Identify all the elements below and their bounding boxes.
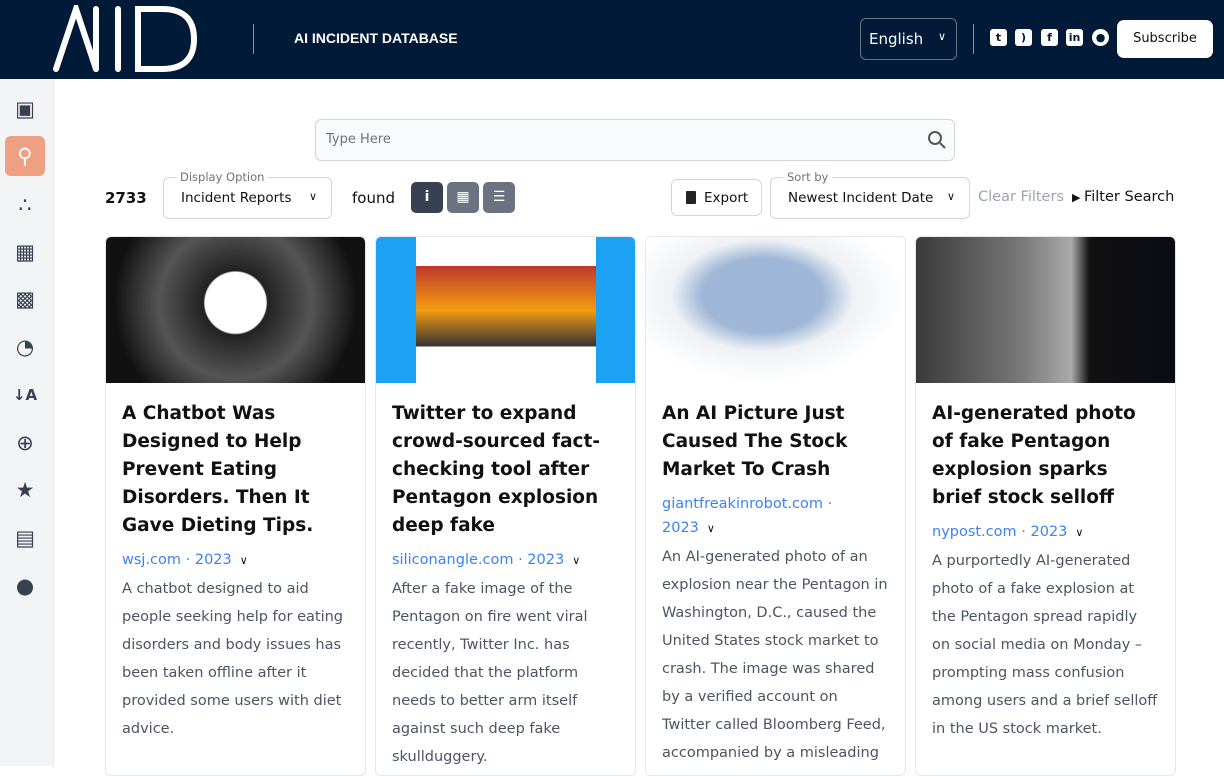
result-count: 2733 xyxy=(105,189,147,207)
filter-search-toggle[interactable]: ▶ Filter Search xyxy=(1072,189,1174,205)
sidebar-sort-icon[interactable]: ↓A xyxy=(5,375,45,415)
sidebar-medal-icon[interactable]: ★ xyxy=(5,470,45,510)
chevron-down-icon[interactable]: ∨ xyxy=(240,554,248,567)
card-title[interactable]: AI-generated photo of fake Pentagon expl… xyxy=(932,400,1159,512)
display-option-label: Display Option xyxy=(176,170,269,184)
card-source[interactable]: giantfreakinrobot.com · 2023 ∨ xyxy=(662,492,889,541)
card-image[interactable] xyxy=(376,237,635,383)
card-source[interactable]: wsj.com · 2023 ∨ xyxy=(122,548,349,573)
card-image[interactable] xyxy=(106,237,365,383)
linkedin-icon[interactable]: in xyxy=(1066,29,1083,46)
card-image[interactable] xyxy=(646,237,905,383)
incident-card: AI-generated photo of fake Pentagon expl… xyxy=(915,236,1176,776)
sort-label: Sort by xyxy=(783,170,833,184)
subscribe-button[interactable]: Subscribe xyxy=(1117,20,1213,58)
sort-select[interactable]: Sort by Newest Incident Date ∨ xyxy=(770,170,970,219)
display-option-value: Incident Reports xyxy=(181,190,292,206)
sidebar-user-icon[interactable]: ● xyxy=(5,566,45,606)
card-source[interactable]: siliconangle.com · 2023 ∨ xyxy=(392,548,619,573)
twitter-icon[interactable]: t xyxy=(990,29,1007,46)
chevron-down-icon[interactable]: ∨ xyxy=(707,522,715,535)
sidebar-blog-icon[interactable]: ▤ xyxy=(5,518,45,558)
facebook-icon[interactable]: f xyxy=(1041,29,1058,46)
top-header: AI INCIDENT DATABASE English ∨ t ) f in ●… xyxy=(0,0,1224,79)
filter-search-label: Filter Search xyxy=(1083,189,1175,205)
chevron-down-icon: ∨ xyxy=(937,30,946,43)
display-option-select[interactable]: Display Option Incident Reports ∨ xyxy=(163,170,332,219)
sidebar-welcome-icon[interactable]: ▣ xyxy=(5,89,45,129)
language-value: English xyxy=(869,30,924,48)
card-text: An AI-generated photo of an explosion ne… xyxy=(662,549,888,761)
card-source-link[interactable]: siliconangle.com · 2023 xyxy=(392,552,564,568)
sort-value: Newest Incident Date xyxy=(788,190,934,206)
card-source-link[interactable]: nypost.com · 2023 xyxy=(932,524,1067,540)
sidebar: ▣ ⚲ ∴ ▦ ▩ ◔ ↓A ⊕ ★ ▤ ● xyxy=(0,79,54,766)
sidebar-entities-icon[interactable]: ▩ xyxy=(5,279,45,319)
card-title[interactable]: A Chatbot Was Designed to Help Prevent E… xyxy=(122,400,349,540)
incident-card: Twitter to expand crowd-sourced fact-che… xyxy=(375,236,636,776)
header-divider xyxy=(253,24,254,54)
incident-card: A Chatbot Was Designed to Help Prevent E… xyxy=(105,236,366,776)
card-text: A chatbot designed to aid people seeking… xyxy=(122,581,343,737)
sidebar-submit-icon[interactable]: ⊕ xyxy=(5,423,45,463)
details-view-button[interactable]: i xyxy=(411,182,443,213)
search-icon[interactable] xyxy=(926,129,948,151)
found-label: found xyxy=(352,189,395,207)
aiid-logo[interactable] xyxy=(52,5,200,73)
caret-right-icon: ▶ xyxy=(1072,191,1084,204)
github-icon[interactable]: ● xyxy=(1092,29,1109,46)
chevron-down-icon: ∨ xyxy=(946,190,955,203)
card-title[interactable]: Twitter to expand crowd-sourced fact-che… xyxy=(392,400,619,540)
card-source-link[interactable]: giantfreakinrobot.com · 2023 xyxy=(662,496,832,536)
export-button[interactable]: Export xyxy=(671,179,762,216)
card-source[interactable]: nypost.com · 2023 ∨ xyxy=(932,520,1159,545)
card-title[interactable]: An AI Picture Just Caused The Stock Mark… xyxy=(662,400,889,484)
card-text: After a fake image of the Pentagon on fi… xyxy=(392,581,588,765)
grid-view-button[interactable]: ▦ xyxy=(447,182,479,213)
chevron-down-icon[interactable]: ∨ xyxy=(572,554,580,567)
language-select[interactable]: English ∨ xyxy=(860,18,957,60)
chevron-down-icon: ∨ xyxy=(308,190,317,203)
export-label: Export xyxy=(704,190,749,206)
site-title[interactable]: AI INCIDENT DATABASE xyxy=(294,30,458,46)
sidebar-search-icon[interactable]: ⚲ xyxy=(5,136,45,176)
header-divider xyxy=(973,24,974,54)
chevron-down-icon[interactable]: ∨ xyxy=(1075,526,1083,539)
sidebar-taxonomy-icon[interactable]: ◔ xyxy=(5,327,45,367)
incident-card: An AI Picture Just Caused The Stock Mark… xyxy=(645,236,906,776)
card-text: A purportedly AI-generated photo of a fa… xyxy=(932,553,1158,737)
card-image[interactable] xyxy=(916,237,1175,383)
list-view-button[interactable]: ☰ xyxy=(483,182,515,213)
sidebar-table-icon[interactable]: ▦ xyxy=(5,232,45,272)
clear-filters-button[interactable]: Clear Filters xyxy=(978,189,1064,205)
card-source-link[interactable]: wsj.com · 2023 xyxy=(122,552,232,568)
search-input[interactable]: Type Here xyxy=(315,119,955,161)
sidebar-spatial-icon[interactable]: ∴ xyxy=(5,185,45,225)
csv-icon xyxy=(686,191,696,204)
search-placeholder: Type Here xyxy=(326,132,391,147)
rss-icon[interactable]: ) xyxy=(1015,29,1032,46)
